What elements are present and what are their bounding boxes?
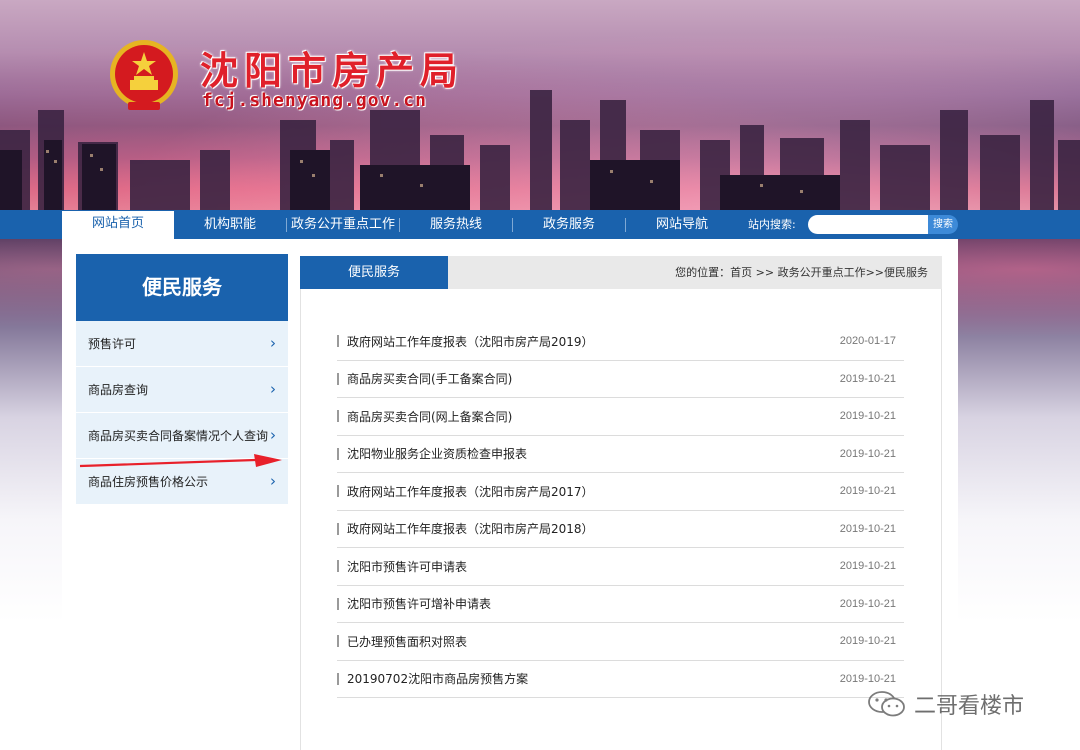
chevron-right-icon: › bbox=[270, 379, 276, 398]
site-domain: fcj.shenyang.gov.cn bbox=[202, 90, 427, 111]
list-item[interactable]: 沈阳物业服务企业资质检查申报表 2019-10-21 bbox=[337, 436, 904, 473]
nav-site-map[interactable]: 网站导航 bbox=[626, 210, 738, 239]
list-item[interactable]: 20190702沈阳市商品房预售方案 2019-10-21 bbox=[337, 661, 904, 698]
sidebar-item-label: 商品房买卖合同备案情况个人查询 bbox=[88, 429, 269, 443]
nav-gov-affairs-key-work[interactable]: 政务公开重点工作 bbox=[287, 210, 399, 239]
sidebar-item-presale-permit[interactable]: 预售许可 › bbox=[76, 321, 288, 367]
list-item-date: 2020-01-17 bbox=[839, 335, 896, 348]
list-item-title: 政府网站工作年度报表（沈阳市房产局2019） bbox=[347, 334, 594, 349]
chevron-right-icon: › bbox=[270, 333, 276, 352]
national-emblem-icon bbox=[110, 40, 178, 110]
list-item-date: 2019-10-21 bbox=[839, 672, 896, 685]
list-item-title: 已办理预售面积对照表 bbox=[347, 634, 468, 649]
document-list: 政府网站工作年度报表（沈阳市房产局2019） 2020-01-17 商品房买卖合同… bbox=[337, 323, 904, 698]
list-item-title: 政府网站工作年度报表（沈阳市房产局2017） bbox=[347, 484, 594, 499]
sidebar-item-housing-query[interactable]: 商品房查询 › bbox=[76, 367, 288, 413]
list-item[interactable]: 政府网站工作年度报表（沈阳市房产局2019） 2020-01-17 bbox=[337, 323, 904, 361]
list-item-date: 2019-10-21 bbox=[839, 560, 896, 573]
list-item-date: 2019-10-21 bbox=[839, 485, 896, 498]
sidebar-item-label: 商品住房预售价格公示 bbox=[88, 475, 209, 489]
list-item[interactable]: 政府网站工作年度报表（沈阳市房产局2018） 2019-10-21 bbox=[337, 511, 904, 548]
main-tab-bar: 便民服务 您的位置：首页 >> 政务公开重点工作>>便民服务 bbox=[300, 256, 942, 289]
list-item-date: 2019-10-21 bbox=[839, 447, 896, 460]
list-item[interactable]: 沈阳市预售许可增补申请表 2019-10-21 bbox=[337, 586, 904, 623]
watermark-text: 二哥看楼市 bbox=[914, 694, 1025, 719]
list-item-title: 商品房买卖合同(手工备案合同) bbox=[347, 372, 513, 387]
search-label: 站内搜索: bbox=[748, 218, 796, 231]
list-item-title: 沈阳物业服务企业资质检查申报表 bbox=[347, 447, 528, 462]
list-item-date: 2019-10-21 bbox=[839, 635, 896, 648]
breadcrumb: 您的位置：首页 >> 政务公开重点工作>>便民服务 bbox=[675, 266, 928, 279]
sidebar-item-label: 商品房查询 bbox=[88, 383, 149, 397]
sidebar-item-label: 预售许可 bbox=[88, 337, 137, 351]
sidebar-title: 便民服务 bbox=[76, 254, 288, 321]
main-nav: 网站首页 机构职能 政务公开重点工作 服务热线 政务服务 网站导航 站内搜索: … bbox=[0, 210, 1080, 239]
wechat-icon bbox=[868, 691, 905, 717]
list-item[interactable]: 商品房买卖合同(网上备案合同) 2019-10-21 bbox=[337, 398, 904, 436]
tab-convenience-services[interactable]: 便民服务 bbox=[300, 256, 448, 289]
header-banner: 沈阳市房产局 fcj.shenyang.gov.cn bbox=[0, 0, 1080, 210]
list-item-date: 2019-10-21 bbox=[839, 372, 896, 385]
list-item-title: 沈阳市预售许可增补申请表 bbox=[347, 597, 492, 612]
nav-service-hotline[interactable]: 服务热线 bbox=[400, 210, 512, 239]
chevron-right-icon: › bbox=[270, 425, 276, 444]
search-button[interactable]: 搜索 bbox=[928, 215, 958, 234]
nav-gov-services[interactable]: 政务服务 bbox=[513, 210, 625, 239]
chevron-right-icon: › bbox=[270, 471, 276, 490]
list-item-title: 政府网站工作年度报表（沈阳市房产局2018） bbox=[347, 522, 594, 537]
list-item-title: 商品房买卖合同(网上备案合同) bbox=[347, 409, 513, 424]
list-item-date: 2019-10-21 bbox=[839, 410, 896, 423]
search-input[interactable] bbox=[808, 215, 930, 234]
list-item[interactable]: 商品房买卖合同(手工备案合同) 2019-10-21 bbox=[337, 361, 904, 398]
site-title: 沈阳市房产局 bbox=[200, 49, 465, 93]
red-arrow-annotation bbox=[79, 454, 282, 468]
nav-home[interactable]: 网站首页 bbox=[62, 211, 174, 239]
list-item-date: 2019-10-21 bbox=[839, 522, 896, 535]
list-item-title: 20190702沈阳市商品房预售方案 bbox=[347, 672, 529, 687]
list-item-date: 2019-10-21 bbox=[839, 597, 896, 610]
list-item[interactable]: 政府网站工作年度报表（沈阳市房产局2017） 2019-10-21 bbox=[337, 473, 904, 511]
nav-items: 网站首页 机构职能 政务公开重点工作 服务热线 政务服务 网站导航 bbox=[62, 210, 738, 239]
wechat-watermark: 二哥看楼市 bbox=[866, 688, 1024, 720]
list-item[interactable]: 已办理预售面积对照表 2019-10-21 bbox=[337, 623, 904, 661]
nav-org-functions[interactable]: 机构职能 bbox=[174, 210, 286, 239]
list-item-title: 沈阳市预售许可申请表 bbox=[347, 559, 468, 574]
list-item[interactable]: 沈阳市预售许可申请表 2019-10-21 bbox=[337, 548, 904, 586]
